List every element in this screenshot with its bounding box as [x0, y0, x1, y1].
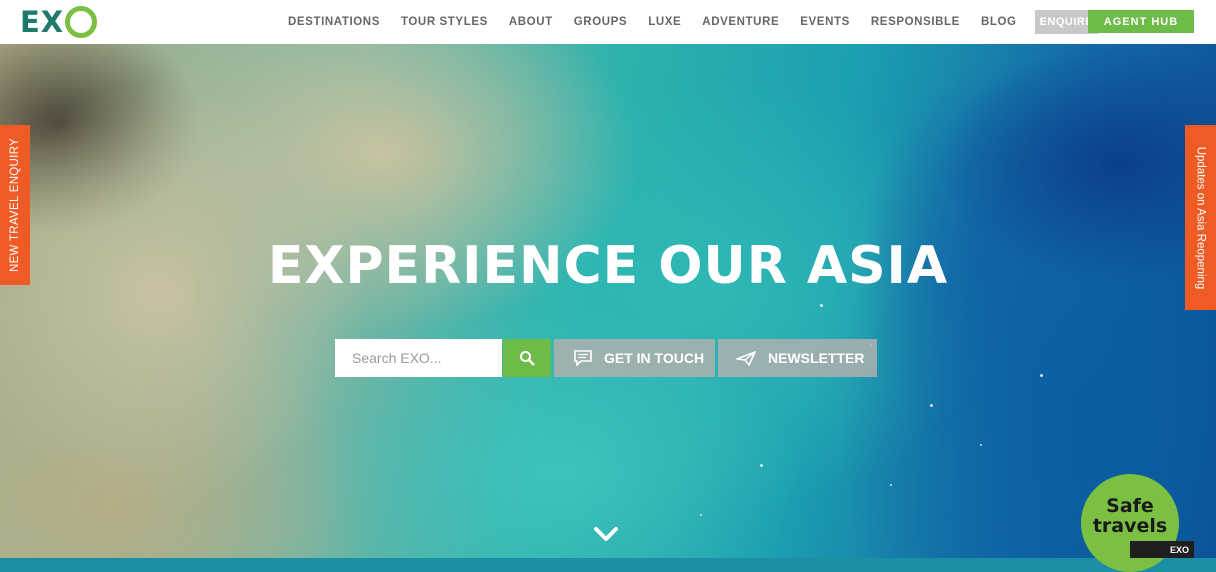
newsletter-button[interactable]: NEWSLETTER: [718, 339, 877, 377]
badge-corner-logo: EXO: [1130, 541, 1194, 558]
logo-text: EX: [20, 5, 65, 39]
search-input[interactable]: [335, 339, 502, 377]
water-sparkle: [930, 404, 933, 407]
nav-item-adventure[interactable]: ADVENTURE: [702, 16, 779, 28]
hero-background: [0, 44, 1216, 558]
hero-title: EXPERIENCE OUR ASIA: [267, 236, 949, 296]
water-sparkle: [1040, 374, 1043, 377]
water-sparkle: [700, 514, 702, 516]
get-in-touch-label: GET IN TOUCH: [604, 350, 705, 366]
water-sparkle: [760, 464, 763, 467]
nav-item-luxe[interactable]: LUXE: [648, 16, 681, 28]
search-icon: [520, 351, 535, 366]
nav-item-events[interactable]: EVENTS: [800, 16, 850, 28]
main-nav: DESTINATIONS TOUR STYLES ABOUT GROUPS LU…: [288, 0, 1150, 44]
nav-item-about[interactable]: ABOUT: [509, 16, 553, 28]
safe-travels-line1: Safe: [1106, 495, 1154, 517]
exo-logo[interactable]: EX: [20, 5, 98, 39]
scroll-down-chevron-icon[interactable]: [594, 526, 618, 542]
nav-item-tour-styles[interactable]: TOUR STYLES: [401, 16, 488, 28]
logo-o-ring-icon: [65, 6, 98, 38]
safe-travels-line2: travels: [1092, 515, 1168, 537]
water-sparkle: [890, 484, 892, 486]
nav-item-destinations[interactable]: DESTINATIONS: [288, 16, 380, 28]
site-header: EX DESTINATIONS TOUR STYLES ABOUT GROUPS…: [0, 0, 1216, 44]
chat-bubble-icon: [574, 350, 592, 366]
water-sparkle: [820, 304, 823, 307]
newsletter-label: NEWSLETTER: [768, 350, 865, 366]
nav-item-blog[interactable]: BLOG: [981, 16, 1017, 28]
paper-plane-icon: [736, 351, 756, 366]
water-sparkle: [980, 444, 982, 446]
search-button[interactable]: [503, 339, 551, 377]
agent-hub-button[interactable]: AGENT HUB: [1088, 10, 1194, 33]
nav-item-responsible[interactable]: RESPONSIBLE: [871, 16, 960, 28]
get-in-touch-button[interactable]: GET IN TOUCH: [554, 339, 715, 377]
nav-item-groups[interactable]: GROUPS: [574, 16, 627, 28]
